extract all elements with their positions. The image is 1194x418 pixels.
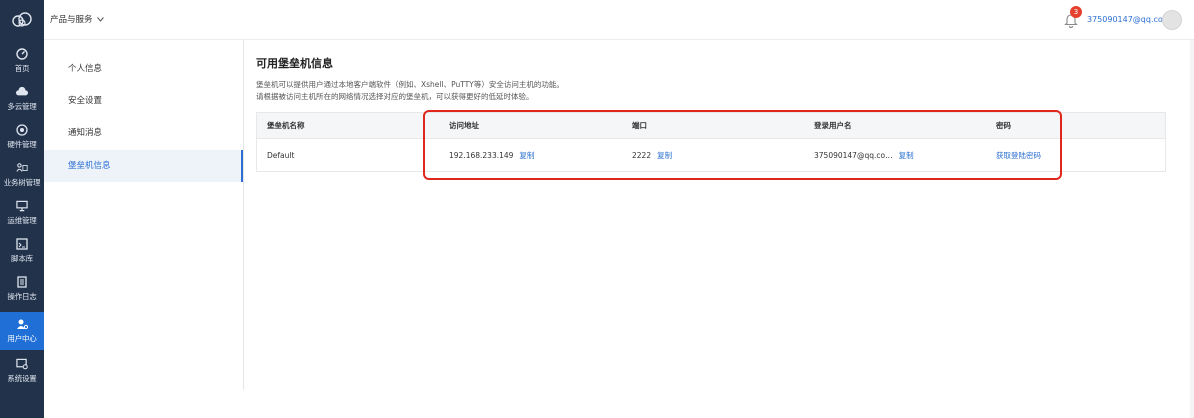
page-title: 可用堡垒机信息: [256, 57, 333, 70]
avatar[interactable]: [1162, 10, 1182, 30]
nav-label: 脚本库: [11, 254, 33, 263]
nav-label: 用户中心: [7, 334, 37, 343]
nav-item-scripts[interactable]: 脚本库: [0, 232, 44, 270]
cell-address: 192.168.233.149 复制: [449, 139, 534, 171]
subnav-item-security[interactable]: 安全设置: [44, 85, 243, 117]
page-description: 堡垒机可以提供用户通过本地客户端软件（例如、Xshell、PuTTY等）安全访问…: [256, 79, 856, 103]
user-account-link[interactable]: 375090147@qq.com: [1087, 15, 1171, 24]
user-center-subnav: 个人信息 安全设置 通知消息 堡垒机信息: [44, 40, 244, 390]
nav-label: 运维管理: [7, 216, 37, 225]
cloud-icon: [16, 86, 28, 98]
cell-name: Default: [267, 150, 295, 160]
notification-badge: 3: [1070, 6, 1082, 18]
table-row: Default 192.168.233.149 复制 2222 复制 37509…: [257, 139, 1165, 171]
nav-item-business-tree[interactable]: 业务树管理: [0, 156, 44, 194]
column-header-address: 访问地址: [449, 121, 479, 130]
logo[interactable]: [0, 0, 44, 40]
app-root: 首页 多云管理 硬件管理 业务树管理 运维管理 脚本库 操作日志 用户中心 系统…: [0, 0, 1194, 418]
column-header-port: 端口: [632, 121, 647, 130]
nav-label: 业务树管理: [3, 178, 41, 187]
nav-item-home[interactable]: 首页: [0, 42, 44, 80]
username-value: 375090147@qq.co…: [814, 150, 893, 160]
cell-port: 2222 复制: [632, 139, 672, 171]
nav-item-multicloud[interactable]: 多云管理: [0, 80, 44, 118]
table-header: 堡垒机名称 访问地址 端口 登录用户名 密码: [257, 113, 1165, 139]
settings-icon: [16, 358, 28, 370]
nav-item-user-center[interactable]: 用户中心: [0, 312, 44, 350]
dashboard-icon: [16, 48, 28, 60]
copy-address-button[interactable]: 复制: [519, 150, 534, 161]
nav-item-hardware[interactable]: 硬件管理: [0, 118, 44, 156]
column-header-name: 堡垒机名称: [267, 121, 305, 130]
cloud-logo-icon: [12, 12, 32, 27]
hardware-icon: [16, 124, 28, 136]
user-center-icon: [16, 318, 28, 330]
subnav-item-bastion[interactable]: 堡垒机信息: [44, 150, 243, 182]
description-line: 请根据被访问主机所在的网络情况选择对应的堡垒机，可以获得更好的低延时体验。: [256, 92, 534, 101]
nav-label: 硬件管理: [7, 140, 37, 149]
nav-item-logs[interactable]: 操作日志: [0, 270, 44, 308]
description-line: 堡垒机可以提供用户通过本地客户端软件（例如、Xshell、PuTTY等）安全访问…: [256, 80, 564, 89]
nav-label: 多云管理: [7, 102, 37, 111]
scrollbar-track[interactable]: [1190, 40, 1194, 418]
column-header-username: 登录用户名: [814, 121, 852, 130]
nav-item-system-settings[interactable]: 系统设置: [0, 352, 44, 390]
top-bar: 产品与服务 3 375090147@qq.com: [44, 0, 1194, 40]
cell-password: 获取登陆密码: [996, 139, 1041, 171]
product-services-menu[interactable]: 产品与服务: [50, 13, 104, 25]
subnav-item-profile[interactable]: 个人信息: [44, 53, 243, 85]
log-icon: [16, 276, 28, 288]
script-icon: [16, 238, 28, 250]
nav-item-ops[interactable]: 运维管理: [0, 194, 44, 232]
monitor-icon: [16, 200, 28, 212]
address-value: 192.168.233.149: [449, 150, 514, 160]
product-menu-label: 产品与服务: [50, 15, 93, 25]
subnav-item-notifications[interactable]: 通知消息: [44, 117, 243, 149]
nav-label: 首页: [14, 64, 30, 73]
business-tree-icon: [16, 162, 28, 174]
nav-label: 操作日志: [7, 292, 37, 301]
bastion-table: 堡垒机名称 访问地址 端口 登录用户名 密码 Default 192.168.2…: [256, 112, 1166, 172]
nav-label: 系统设置: [7, 374, 37, 383]
copy-port-button[interactable]: 复制: [657, 150, 672, 161]
get-login-password-link[interactable]: 获取登陆密码: [996, 150, 1041, 161]
chevron-down-icon: [96, 16, 104, 22]
main-nav: 首页 多云管理 硬件管理 业务树管理 运维管理 脚本库 操作日志 用户中心 系统…: [0, 0, 44, 418]
cell-username: 375090147@qq.co… 复制: [814, 139, 914, 171]
port-value: 2222: [632, 150, 652, 160]
copy-username-button[interactable]: 复制: [899, 150, 914, 161]
column-header-password: 密码: [996, 121, 1011, 130]
